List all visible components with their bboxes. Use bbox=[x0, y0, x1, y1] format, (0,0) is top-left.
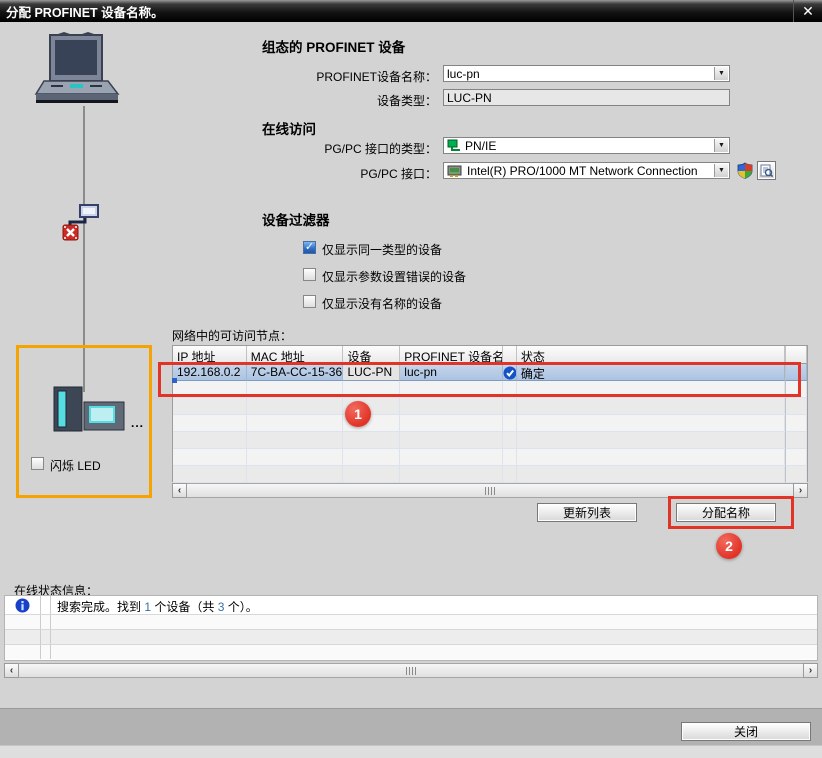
pgpc-interface-label: PG/PC 接口： bbox=[262, 165, 437, 182]
cell-device: LUC-PN bbox=[343, 364, 400, 381]
nodes-table-label: 网络中的可访问节点： bbox=[172, 327, 292, 344]
nodes-table-hscrollbar[interactable]: ‹ › bbox=[172, 483, 808, 498]
scrollbar-track[interactable] bbox=[19, 663, 803, 678]
pgpc-interface-type-label: PG/PC 接口的类型： bbox=[262, 140, 437, 157]
status-ok-icon bbox=[503, 366, 517, 380]
status-message: 搜索完成。找到 1 个设备（共 3 个）。 bbox=[51, 596, 817, 614]
column-header-name[interactable]: PROFINET 设备名称 bbox=[400, 346, 503, 364]
chevron-down-icon[interactable]: ▼ bbox=[714, 164, 728, 177]
device-type-value: LUC-PN bbox=[447, 91, 492, 105]
scrollbar-track[interactable] bbox=[187, 483, 793, 498]
scroll-right-icon[interactable]: › bbox=[803, 663, 818, 678]
filter-same-type-label: 仅显示同一类型的设备 bbox=[322, 241, 442, 258]
pg-pc-laptop-icon bbox=[34, 28, 134, 112]
pn-ie-network-icon bbox=[447, 139, 461, 152]
filter-same-type-checkbox[interactable]: ✓ bbox=[303, 241, 316, 254]
flash-led-checkbox[interactable] bbox=[31, 457, 44, 470]
start-search-button[interactable] bbox=[757, 161, 776, 180]
dialog-title: 分配 PROFINET 设备名称。 bbox=[0, 2, 793, 21]
table-row-empty[interactable] bbox=[173, 432, 807, 449]
update-list-button[interactable]: 更新列表 bbox=[537, 503, 637, 522]
column-header-device[interactable]: 设备 bbox=[343, 346, 400, 364]
configured-device-heading: 组态的 PROFINET 设备 bbox=[262, 36, 405, 56]
chevron-down-icon[interactable]: ▼ bbox=[714, 67, 728, 80]
status-empty-row bbox=[5, 615, 817, 630]
cell-ip: 192.168.0.2 bbox=[173, 364, 247, 381]
target-device-panel: ... 闪烁 LED bbox=[16, 345, 152, 498]
bottom-strip bbox=[0, 745, 822, 758]
filter-bad-params-checkbox[interactable] bbox=[303, 268, 316, 281]
search-icon bbox=[760, 164, 773, 177]
chevron-down-icon[interactable]: ▼ bbox=[714, 139, 728, 152]
cell-mac: 7C-BA-CC-15-36-90 bbox=[247, 364, 344, 381]
filter-no-name-checkbox[interactable] bbox=[303, 295, 316, 308]
cell-name: luc-pn bbox=[400, 364, 503, 381]
info-icon bbox=[15, 598, 30, 613]
column-header-status-icon[interactable] bbox=[503, 346, 517, 364]
profinet-name-label: PROFINET设备名称： bbox=[262, 68, 437, 85]
online-status-list: 搜索完成。找到 1 个设备（共 3 个）。 bbox=[4, 595, 818, 661]
close-icon[interactable]: ✕ bbox=[793, 0, 822, 22]
info-icon-cell bbox=[5, 596, 41, 614]
column-header-ip[interactable]: IP 地址 bbox=[173, 346, 247, 364]
accessible-nodes-table: IP 地址 MAC 地址 设备 PROFINET 设备名称 状态 192.168… bbox=[172, 345, 808, 482]
flash-led-label: 闪烁 LED bbox=[50, 457, 101, 474]
annotation-step2-badge: 2 bbox=[716, 533, 742, 559]
status-hscrollbar[interactable]: ‹ › bbox=[4, 663, 818, 678]
more-devices-indicator: ... bbox=[131, 416, 144, 430]
pgpc-interface-combobox[interactable]: Intel(R) PRO/1000 MT Network Connection … bbox=[443, 162, 730, 179]
cell-status-icon bbox=[503, 364, 517, 381]
scrollbar-grip[interactable] bbox=[485, 487, 496, 495]
status-empty-row bbox=[5, 630, 817, 645]
status-message-row[interactable]: 搜索完成。找到 1 个设备（共 3 个）。 bbox=[5, 596, 817, 615]
filter-bad-params-label: 仅显示参数设置错误的设备 bbox=[322, 268, 466, 285]
device-type-field: LUC-PN bbox=[443, 89, 730, 106]
filter-no-name-label: 仅显示没有名称的设备 bbox=[322, 295, 442, 312]
table-header-row: IP 地址 MAC 地址 设备 PROFINET 设备名称 状态 bbox=[173, 346, 807, 364]
pgpc-interface-value: Intel(R) PRO/1000 MT Network Connection bbox=[467, 164, 698, 178]
scrollbar-grip[interactable] bbox=[406, 667, 417, 675]
scroll-left-icon[interactable]: ‹ bbox=[172, 483, 187, 498]
column-header-mac[interactable]: MAC 地址 bbox=[247, 346, 344, 364]
cell-spacer bbox=[785, 364, 807, 381]
column-header-status[interactable]: 状态 bbox=[517, 346, 785, 364]
device-filter-heading: 设备过滤器 bbox=[262, 209, 330, 229]
plc-device-icon bbox=[51, 384, 131, 436]
scroll-left-icon[interactable]: ‹ bbox=[4, 663, 19, 678]
table-row-empty[interactable] bbox=[173, 381, 807, 398]
accessible-devices-shield-icon[interactable] bbox=[737, 162, 753, 179]
assign-name-button[interactable]: 分配名称 bbox=[676, 503, 776, 522]
title-bar: 分配 PROFINET 设备名称。 ✕ bbox=[0, 0, 822, 22]
table-row-empty[interactable] bbox=[173, 415, 807, 432]
assign-profinet-name-dialog: 分配 PROFINET 设备名称。 ✕ ... 闪烁 LED bbox=[0, 0, 822, 758]
table-row-selected[interactable]: 192.168.0.2 7C-BA-CC-15-36-90 LUC-PN luc… bbox=[173, 364, 807, 381]
table-row-empty[interactable] bbox=[173, 449, 807, 466]
table-row-empty[interactable] bbox=[173, 466, 807, 483]
column-header-spacer bbox=[785, 346, 807, 364]
network-adapter-icon bbox=[447, 165, 463, 177]
profinet-name-combobox[interactable]: luc-pn ▼ bbox=[443, 65, 730, 82]
close-button[interactable]: 关闭 bbox=[681, 722, 811, 741]
connection-broken-icon bbox=[58, 200, 102, 242]
row-selection-marker bbox=[172, 378, 177, 383]
device-type-label: 设备类型： bbox=[262, 92, 437, 109]
cell-status: 确定 bbox=[517, 364, 785, 381]
pgpc-interface-type-combobox[interactable]: PN/IE ▼ bbox=[443, 137, 730, 154]
pgpc-interface-type-value: PN/IE bbox=[465, 139, 496, 153]
scroll-right-icon[interactable]: › bbox=[793, 483, 808, 498]
profinet-name-value: luc-pn bbox=[447, 67, 480, 81]
table-row-empty[interactable] bbox=[173, 398, 807, 415]
online-access-heading: 在线访问 bbox=[262, 118, 316, 138]
status-empty-row bbox=[5, 645, 817, 659]
